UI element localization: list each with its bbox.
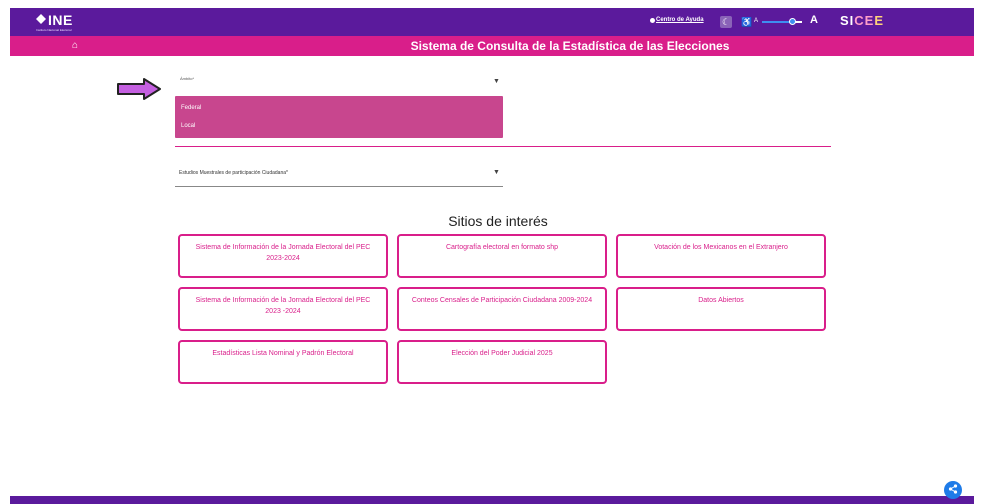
estudios-muestrales-select[interactable]: Estudios Muestrales de participación Ciu… bbox=[175, 166, 503, 187]
help-center-link[interactable]: Centro de Ayuda bbox=[650, 17, 704, 23]
font-size-slider[interactable] bbox=[762, 18, 802, 25]
help-icon bbox=[650, 17, 655, 23]
chevron-down-icon: ▼ bbox=[493, 169, 500, 176]
sice-logo: SICEE bbox=[840, 13, 884, 28]
title-bar: ⌂ Sistema de Consulta de la Estadística … bbox=[10, 36, 974, 56]
share-button[interactable] bbox=[944, 481, 962, 499]
top-header: INE Instituto Nacional Electoral Centro … bbox=[10, 8, 974, 36]
ambito-dropdown-menu: Federal Local bbox=[175, 96, 503, 138]
site-card[interactable]: Datos Abiertos bbox=[616, 287, 826, 331]
page-title: Sistema de Consulta de la Estadística de… bbox=[410, 39, 730, 53]
dropdown-option-local[interactable]: Local bbox=[181, 123, 195, 129]
sice-logo-part3: E bbox=[874, 13, 885, 28]
site-card[interactable]: Votación de los Mexicanos en el Extranje… bbox=[616, 234, 826, 278]
site-card[interactable]: Elección del Poder Judicial 2025 bbox=[397, 340, 607, 384]
help-link-label: Centro de Ayuda bbox=[656, 17, 704, 23]
sites-of-interest-title: Sitios de interés bbox=[448, 213, 548, 229]
accessibility-icon[interactable]: ♿ bbox=[741, 17, 752, 28]
site-card[interactable]: Sistema de Información de la Jornada Ele… bbox=[178, 234, 388, 278]
ine-diamond-icon bbox=[36, 14, 46, 24]
font-size-large-label: A bbox=[810, 14, 818, 26]
section-divider bbox=[175, 146, 831, 147]
logo-text: INE bbox=[48, 12, 73, 28]
dark-mode-button[interactable]: ☾ bbox=[720, 16, 732, 28]
sice-logo-part1: SI bbox=[840, 13, 855, 28]
font-size-small-label: A bbox=[754, 18, 759, 24]
share-icon bbox=[948, 484, 958, 494]
logo-subtitle: Instituto Nacional Electoral bbox=[36, 28, 72, 32]
sice-logo-part2: CE bbox=[854, 13, 875, 28]
pointer-arrow-icon bbox=[117, 78, 161, 100]
ambito-field-label: Ámbito* bbox=[180, 76, 195, 81]
ine-logo[interactable]: INE Instituto Nacional Electoral bbox=[36, 12, 73, 32]
dropdown-option-federal[interactable]: Federal bbox=[181, 105, 201, 111]
site-card[interactable]: Estadísticas Lista Nominal y Padrón Elec… bbox=[178, 340, 388, 384]
chevron-down-icon[interactable]: ▼ bbox=[493, 78, 500, 85]
site-card[interactable]: Conteos Censales de Participación Ciudad… bbox=[397, 287, 607, 331]
estudios-field-label: Estudios Muestrales de participación Ciu… bbox=[179, 170, 288, 176]
footer-bar bbox=[10, 496, 974, 504]
slider-thumb[interactable] bbox=[789, 18, 796, 25]
site-card[interactable]: Sistema de Información de la Jornada Ele… bbox=[178, 287, 388, 331]
moon-icon: ☾ bbox=[721, 17, 731, 27]
site-card[interactable]: Cartografía electoral en formato shp bbox=[397, 234, 607, 278]
slider-fill bbox=[762, 21, 792, 23]
